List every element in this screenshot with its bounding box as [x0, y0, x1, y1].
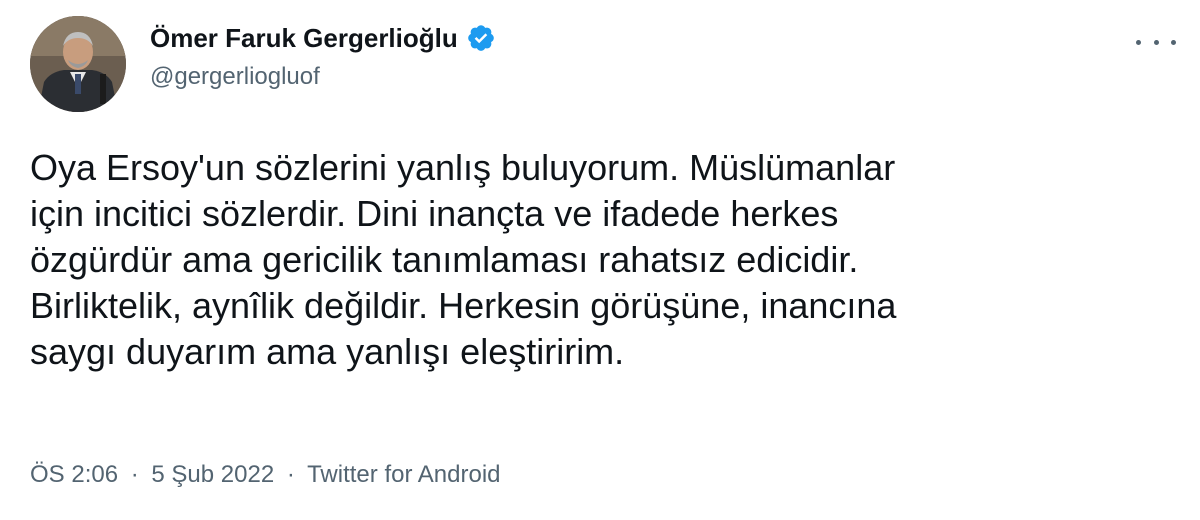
avatar[interactable] [30, 16, 126, 112]
tweet-text-line: özgürdür ama gericilik tanımlaması rahat… [30, 239, 859, 280]
author-handle[interactable]: @gergerliogluof [150, 62, 320, 92]
meta-separator: · [286, 461, 295, 488]
verified-badge-icon [466, 23, 496, 53]
tweet-date[interactable]: 5 Şub 2022 [151, 461, 274, 488]
profile-photo [30, 16, 126, 112]
meta-separator: · [130, 461, 139, 488]
tweet-time[interactable]: ÖS 2:06 [30, 461, 118, 488]
more-options-button[interactable] [1136, 30, 1176, 54]
more-dot-icon [1153, 39, 1159, 45]
tweet-text: Oya Ersoy'un sözlerini yanlış buluyorum.… [30, 145, 1180, 375]
tweet-text-line: saygı duyarım ama yanlışı eleştiririm. [30, 331, 625, 372]
author-name-row[interactable]: Ömer Faruk Gergerlioğlu [150, 22, 496, 54]
more-dot-icon [1136, 39, 1141, 45]
tweet-text-line: Birliktelik, aynîlik değildir. Herkesin … [30, 285, 897, 326]
author-display-name[interactable]: Ömer Faruk Gergerlioğlu [150, 22, 458, 54]
more-dot-icon [1171, 39, 1176, 45]
tweet-text-line: Oya Ersoy'un sözlerini yanlış buluyorum.… [30, 147, 896, 188]
tweet-source[interactable]: Twitter for Android [307, 461, 500, 488]
tweet-metadata: ÖS 2:06 · 5 Şub 2022 · Twitter for Andro… [30, 460, 501, 490]
tweet-text-line: için incitici sözlerdir. Dini inançta ve… [30, 193, 839, 234]
